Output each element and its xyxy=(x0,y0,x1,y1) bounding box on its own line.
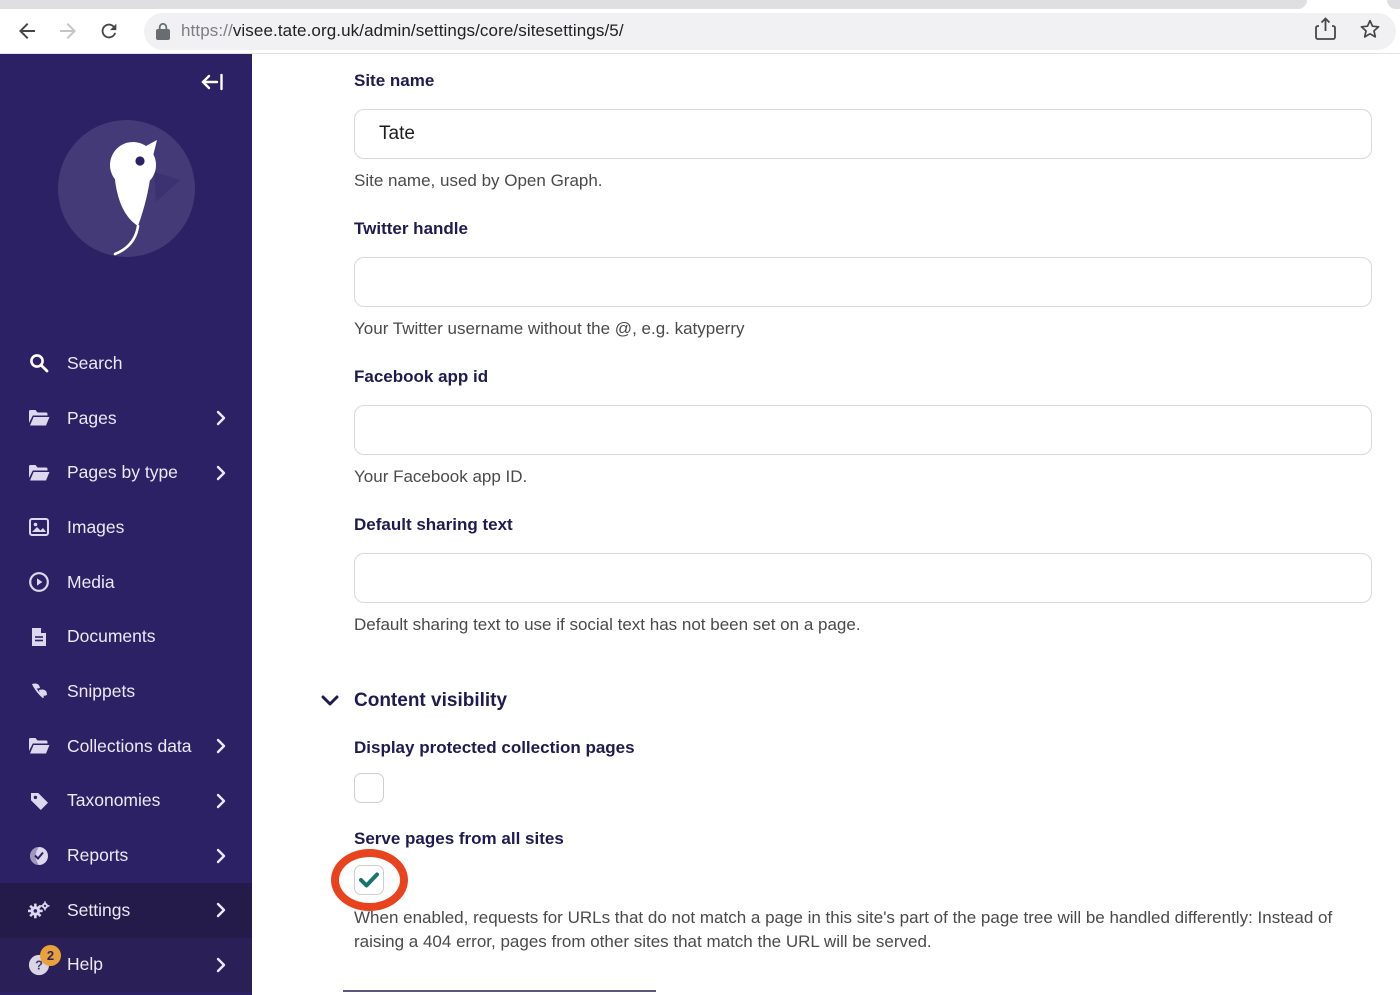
twitter-handle-input[interactable] xyxy=(354,257,1372,307)
sidebar-item-label: Settings xyxy=(67,899,131,920)
default-sharing-text-input[interactable] xyxy=(354,553,1372,603)
field-label: Site name xyxy=(354,71,435,90)
field-label: Default sharing text xyxy=(354,515,513,534)
content-visibility-section-header[interactable]: Content visibility xyxy=(321,690,1372,712)
sidebar-item-label: Reports xyxy=(67,845,129,866)
sidebar-item-label: Pages by type xyxy=(67,462,178,483)
display-protected-checkbox[interactable] xyxy=(354,773,384,803)
padlock-icon xyxy=(156,22,170,40)
chevron-down-icon xyxy=(320,691,340,711)
field-twitter-handle: Twitter handle Your Twitter username wit… xyxy=(354,219,1372,338)
sidebar-item-label: Help xyxy=(67,954,103,975)
sidebar-item-label: Pages xyxy=(67,407,117,428)
sidebar-item-label: Images xyxy=(67,516,125,537)
sidebar-item-media[interactable]: Media xyxy=(0,555,252,610)
browser-chrome: https://visee.tate.org.uk/admin/settings… xyxy=(0,0,1400,54)
field-help: Default sharing text to use if social te… xyxy=(354,615,861,634)
back-button[interactable] xyxy=(15,19,39,43)
sidebar-item-help[interactable]: ? 2 Help xyxy=(0,937,252,993)
reload-icon xyxy=(101,23,117,39)
globe-icon xyxy=(28,845,50,867)
chevron-right-icon xyxy=(214,793,226,809)
sidebar-item-label: Search xyxy=(67,352,123,373)
chevron-right-icon xyxy=(214,465,226,481)
serve-pages-help: When enabled, requests for URLs that do … xyxy=(354,908,1333,951)
serve-pages-label: Serve pages from all sites xyxy=(354,829,564,848)
section-title: Content visibility xyxy=(354,690,508,711)
back-arrow-icon xyxy=(19,23,35,39)
settings-form: Site name Site name, used by Open Graph.… xyxy=(252,54,1400,995)
search-icon xyxy=(28,352,50,374)
image-icon xyxy=(28,516,50,538)
tab-strip-bar xyxy=(0,0,1307,9)
browser-toolbar: https://visee.tate.org.uk/admin/settings… xyxy=(0,9,1400,53)
sidebar-item-images[interactable]: Images xyxy=(0,500,252,555)
forward-button[interactable] xyxy=(56,19,80,43)
folder-icon xyxy=(28,735,50,757)
facebook-app-id-input[interactable] xyxy=(354,405,1372,455)
chevron-right-icon xyxy=(214,410,226,426)
chevron-right-icon xyxy=(214,738,226,754)
tab-strip-corner xyxy=(1387,0,1400,9)
collapse-sidebar-icon xyxy=(201,73,223,91)
field-label: Twitter handle xyxy=(354,219,468,238)
url-bar[interactable]: https://visee.tate.org.uk/admin/settings… xyxy=(144,12,1396,50)
bookmark-button[interactable] xyxy=(1358,17,1382,46)
sidebar: Search Pages Pages by type Images Media … xyxy=(0,54,252,995)
sidebar-item-settings[interactable]: Settings xyxy=(0,882,252,938)
sidebar-item-documents[interactable]: Documents xyxy=(0,609,252,664)
question-icon: ? 2 xyxy=(28,944,61,976)
sidebar-item-search[interactable]: Search xyxy=(0,336,252,391)
url-scheme: https:// xyxy=(181,21,233,40)
folder-icon xyxy=(28,462,50,484)
sidebar-item-label: Collections data xyxy=(67,735,192,756)
chevron-right-icon xyxy=(214,957,226,973)
chevron-right-icon xyxy=(214,902,226,918)
sidebar-item-label: Snippets xyxy=(67,680,136,701)
field-facebook-app-id: Facebook app id Your Facebook app ID. xyxy=(354,367,1372,486)
sidebar-item-label: Documents xyxy=(67,626,156,647)
serve-pages-checkbox[interactable] xyxy=(354,865,384,895)
sidebar-item-label: Taxonomies xyxy=(67,790,161,811)
field-default-sharing-text: Default sharing text Default sharing tex… xyxy=(354,515,1372,634)
star-icon xyxy=(1360,19,1380,38)
play-circle-icon xyxy=(28,571,50,593)
wagtail-logo xyxy=(58,120,195,257)
url-path: visee.tate.org.uk/admin/settings/core/si… xyxy=(232,21,624,40)
sidebar-item-taxonomies[interactable]: Taxonomies xyxy=(0,774,252,829)
sidebar-item-snippets[interactable]: Snippets xyxy=(0,664,252,719)
sidebar-item-collections-data[interactable]: Collections data xyxy=(0,719,252,774)
folder-icon xyxy=(28,407,50,429)
collapse-sidebar-button[interactable] xyxy=(200,70,224,94)
share-button[interactable] xyxy=(1315,16,1336,46)
field-label: Facebook app id xyxy=(354,367,489,386)
serve-pages-checkbox-wrap xyxy=(331,849,408,911)
field-site-name: Site name Site name, used by Open Graph. xyxy=(354,71,1372,190)
sidebar-item-pages-by-type[interactable]: Pages by type xyxy=(0,445,252,500)
sidebar-item-reports[interactable]: Reports xyxy=(0,828,252,883)
field-help: Your Twitter username without the @, e.g… xyxy=(354,319,745,338)
field-help: Your Facebook app ID. xyxy=(354,467,528,486)
tab-strip xyxy=(0,0,1400,9)
sidebar-menu: Search Pages Pages by type Images Media … xyxy=(0,336,252,993)
forward-arrow-icon xyxy=(60,23,76,39)
gears-icon xyxy=(28,899,50,921)
chevron-right-icon xyxy=(214,848,226,864)
snippet-icon xyxy=(28,680,50,702)
sidebar-item-label: Media xyxy=(67,571,115,592)
divider xyxy=(343,990,656,992)
reload-button[interactable] xyxy=(97,19,121,43)
document-icon xyxy=(28,626,50,648)
field-help: Site name, used by Open Graph. xyxy=(354,171,603,190)
tag-icon xyxy=(28,790,50,812)
help-badge: 2 xyxy=(40,944,61,966)
url-text: https://visee.tate.org.uk/admin/settings… xyxy=(181,21,1303,41)
share-icon xyxy=(1315,16,1336,40)
sidebar-item-pages[interactable]: Pages xyxy=(0,391,252,446)
site-name-input[interactable] xyxy=(354,109,1372,159)
display-protected-label: Display protected collection pages xyxy=(354,738,635,757)
